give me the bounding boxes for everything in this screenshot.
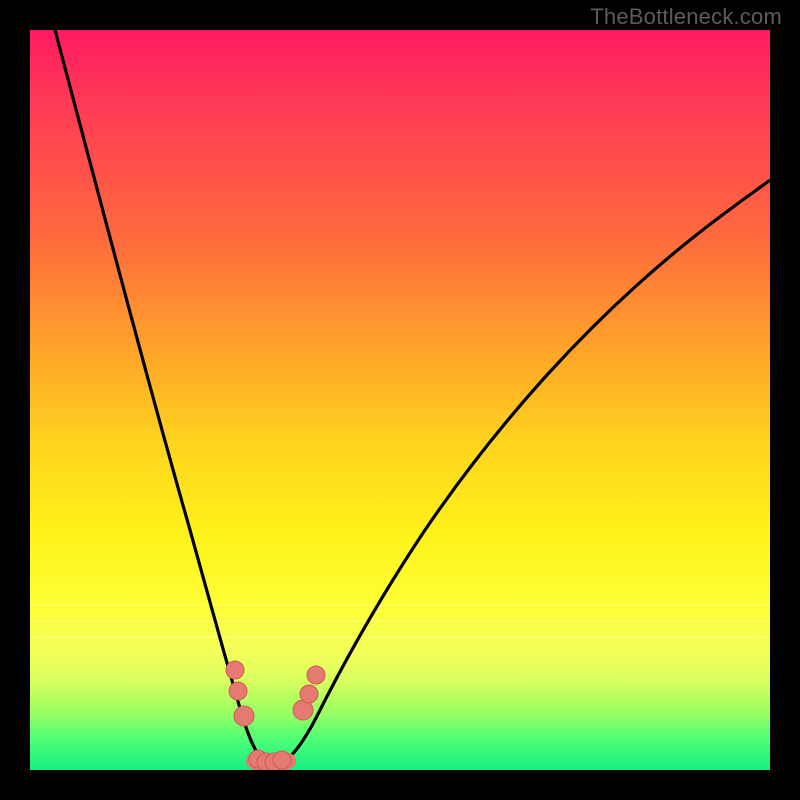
marker-dot	[234, 706, 254, 726]
bottleneck-curve-left	[55, 30, 270, 766]
marker-dot	[307, 666, 325, 684]
marker-dot	[273, 751, 291, 769]
curve-layer	[30, 30, 770, 770]
outer-frame: TheBottleneck.com	[0, 0, 800, 800]
marker-dot	[229, 682, 247, 700]
marker-dot	[226, 661, 244, 679]
marker-dot	[300, 685, 318, 703]
watermark-text: TheBottleneck.com	[590, 4, 782, 30]
bottleneck-curve-right	[278, 180, 770, 766]
plot-area	[30, 30, 770, 770]
